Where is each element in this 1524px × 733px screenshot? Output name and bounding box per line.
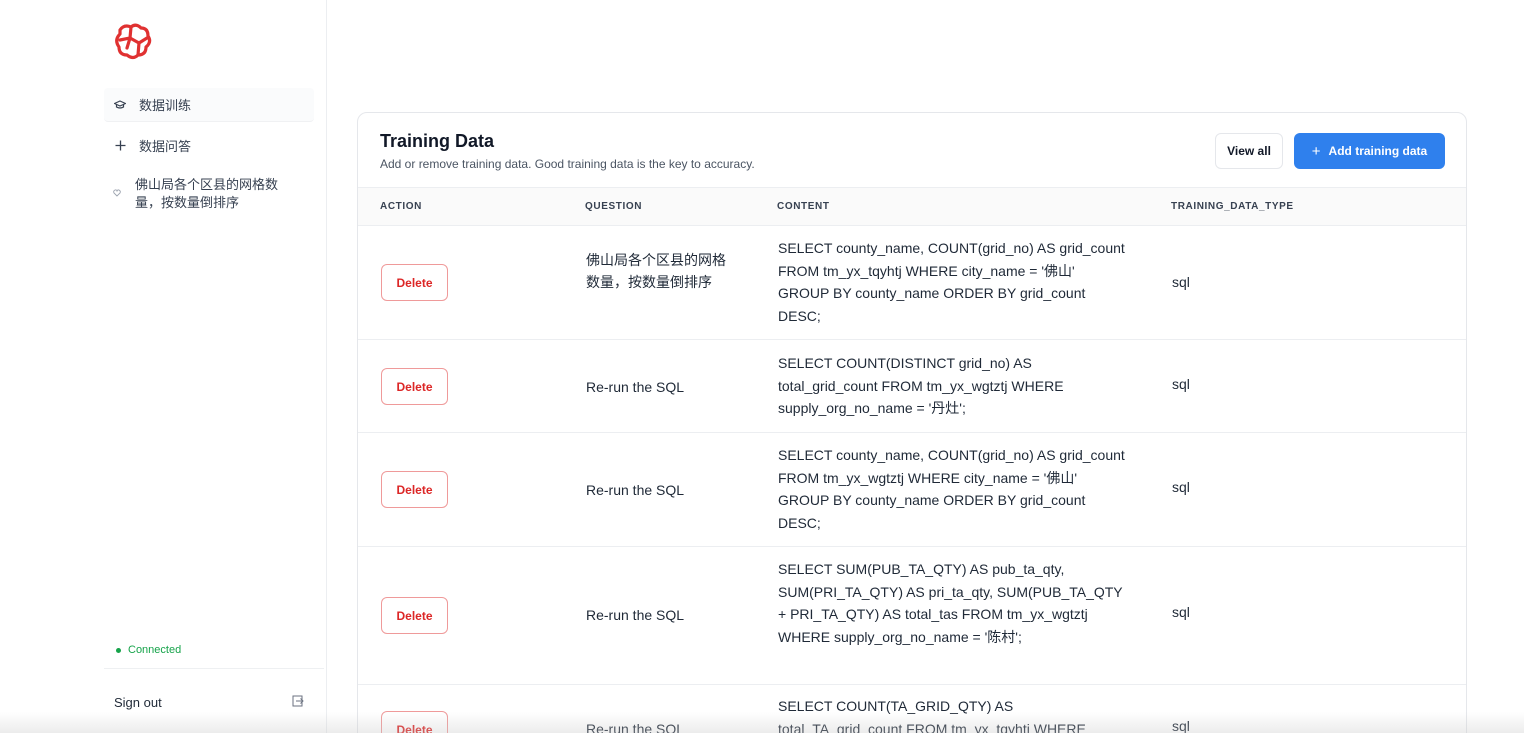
row-type: sql — [1172, 718, 1190, 733]
sidebar: 数据训练 数据问答 佛山局各个区县的网格数量，按数量倒排序 Connected … — [0, 0, 327, 733]
sidebar-divider — [104, 668, 324, 669]
row-type: sql — [1172, 274, 1190, 290]
row-type: sql — [1172, 604, 1190, 620]
add-training-data-button[interactable]: + Add training data — [1294, 133, 1445, 169]
table-row: Delete Re-run the SQL SELECT county_name… — [358, 433, 1466, 547]
column-header-type: TRAINING_DATA_TYPE — [1171, 201, 1294, 212]
card-header: Training Data Add or remove training dat… — [358, 113, 1466, 188]
bullet-icon — [113, 185, 123, 203]
sign-out-button[interactable]: Sign out — [104, 688, 304, 716]
delete-button[interactable]: Delete — [381, 711, 448, 733]
sidebar-item-training[interactable]: 数据训练 — [104, 88, 314, 122]
app-logo-icon — [115, 23, 152, 60]
page-subtitle: Add or remove training data. Good traini… — [380, 157, 755, 171]
row-type: sql — [1172, 376, 1190, 392]
status-dot-icon — [116, 647, 121, 653]
table-row: Delete 佛山局各个区县的网格数量，按数量倒排序 SELECT county… — [358, 226, 1466, 340]
sidebar-item-label: 数据问答 — [139, 138, 192, 154]
row-content: SELECT county_name, COUNT(grid_no) AS gr… — [778, 447, 1125, 531]
table-row: Delete Re-run the SQL SELECT COUNT(DISTI… — [358, 340, 1466, 433]
row-content: SELECT COUNT(DISTINCT grid_no) AS total_… — [778, 355, 1064, 416]
sidebar-history-item[interactable]: 佛山局各个区县的网格数量，按数量倒排序 — [104, 176, 314, 212]
table-row: Delete Re-run the SQL SELECT SUM(PUB_TA_… — [358, 547, 1466, 685]
row-question: Re-run the SQL — [586, 379, 685, 395]
row-question: 佛山局各个区县的网格数量，按数量倒排序 — [586, 252, 726, 290]
status-label: Connected — [128, 644, 182, 656]
delete-button[interactable]: Delete — [381, 471, 448, 508]
view-all-button[interactable]: View all — [1215, 133, 1283, 169]
row-content: SELECT COUNT(TA_GRID_QTY) AS total_TA_gr… — [778, 698, 1086, 733]
row-question: Re-run the SQL — [586, 721, 685, 733]
delete-button[interactable]: Delete — [381, 264, 448, 301]
row-content: SELECT county_name, COUNT(grid_no) AS gr… — [778, 240, 1125, 324]
row-content: SELECT SUM(PUB_TA_QTY) AS pub_ta_qty, SU… — [778, 561, 1123, 645]
logout-icon — [292, 695, 304, 710]
column-header-question: QUESTION — [585, 201, 643, 212]
sign-out-label: Sign out — [114, 694, 162, 710]
history-item-label: 佛山局各个区县的网格数量，按数量倒排序 — [135, 177, 279, 210]
connection-status: Connected — [116, 644, 181, 656]
delete-button[interactable]: Delete — [381, 368, 448, 405]
sidebar-item-ask[interactable]: 数据问答 — [104, 128, 314, 162]
training-data-card: Training Data Add or remove training dat… — [357, 112, 1467, 733]
sidebar-item-label: 数据训练 — [139, 98, 192, 113]
delete-button[interactable]: Delete — [381, 597, 448, 634]
graduation-cap-icon — [113, 98, 127, 112]
row-question: Re-run the SQL — [586, 607, 685, 623]
row-type: sql — [1172, 479, 1190, 495]
column-header-content: CONTENT — [777, 201, 830, 212]
table-header: ACTION QUESTION CONTENT TRAINING_DATA_TY… — [358, 188, 1466, 226]
page-title: Training Data — [380, 131, 495, 151]
row-question: Re-run the SQL — [586, 482, 685, 498]
add-training-data-label: Add training data — [1328, 144, 1428, 158]
column-header-action: ACTION — [380, 201, 422, 212]
plus-icon: + — [1311, 142, 1321, 160]
app: 数据训练 数据问答 佛山局各个区县的网格数量，按数量倒排序 Connected … — [0, 0, 1524, 733]
table-row: Delete Re-run the SQL SELECT COUNT(TA_GR… — [358, 685, 1466, 733]
plus-icon — [113, 138, 127, 152]
